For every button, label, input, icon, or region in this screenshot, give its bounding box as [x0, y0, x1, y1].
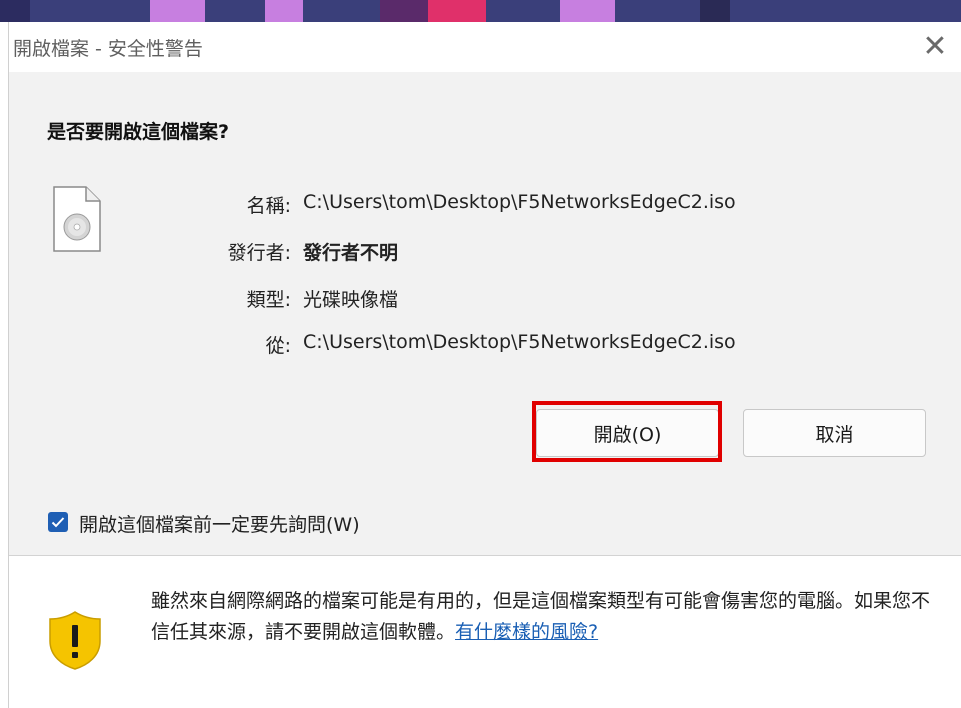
title-bar: 開啟檔案 - 安全性警告 ✕ [9, 22, 961, 72]
type-value: 光碟映像檔 [303, 289, 399, 311]
open-button-highlight [532, 401, 722, 462]
name-label: 名稱: [246, 195, 291, 217]
from-label: 從: [265, 335, 291, 357]
dialog-question: 是否要開啟這個檔案? [47, 121, 230, 143]
always-ask-label[interactable]: 開啟這個檔案前一定要先詢問(W) [79, 510, 360, 537]
warning-message: 雖然來自網際網路的檔案可能是有用的，但是這個檔案類型有可能會傷害您的電腦。如果您… [151, 586, 941, 648]
type-label: 類型: [246, 289, 291, 311]
publisher-value: 發行者不明 [303, 242, 399, 264]
warning-footer: 雖然來自網際網路的檔案可能是有用的，但是這個檔案類型有可能會傷害您的電腦。如果您… [9, 556, 961, 708]
from-value: C:\Users\tom\Desktop\F5NetworksEdgeC2.is… [303, 331, 736, 353]
close-button[interactable]: ✕ [908, 22, 961, 72]
security-warning-dialog: 開啟檔案 - 安全性警告 ✕ 是否要開啟這個檔案? 名稱: C:\Users\t… [8, 22, 961, 708]
always-ask-checkbox[interactable] [48, 512, 68, 532]
close-icon: ✕ [922, 29, 948, 64]
risk-info-link[interactable]: 有什麼樣的風險? [455, 621, 598, 643]
desktop-background [0, 0, 961, 22]
file-name-value: C:\Users\tom\Desktop\F5NetworksEdgeC2.is… [303, 191, 736, 213]
checkmark-icon [51, 517, 65, 528]
dialog-title: 開啟檔案 - 安全性警告 [13, 38, 203, 60]
shield-warning-icon [45, 609, 105, 671]
cancel-button[interactable]: 取消 [743, 409, 926, 457]
publisher-label: 發行者: [227, 242, 291, 264]
